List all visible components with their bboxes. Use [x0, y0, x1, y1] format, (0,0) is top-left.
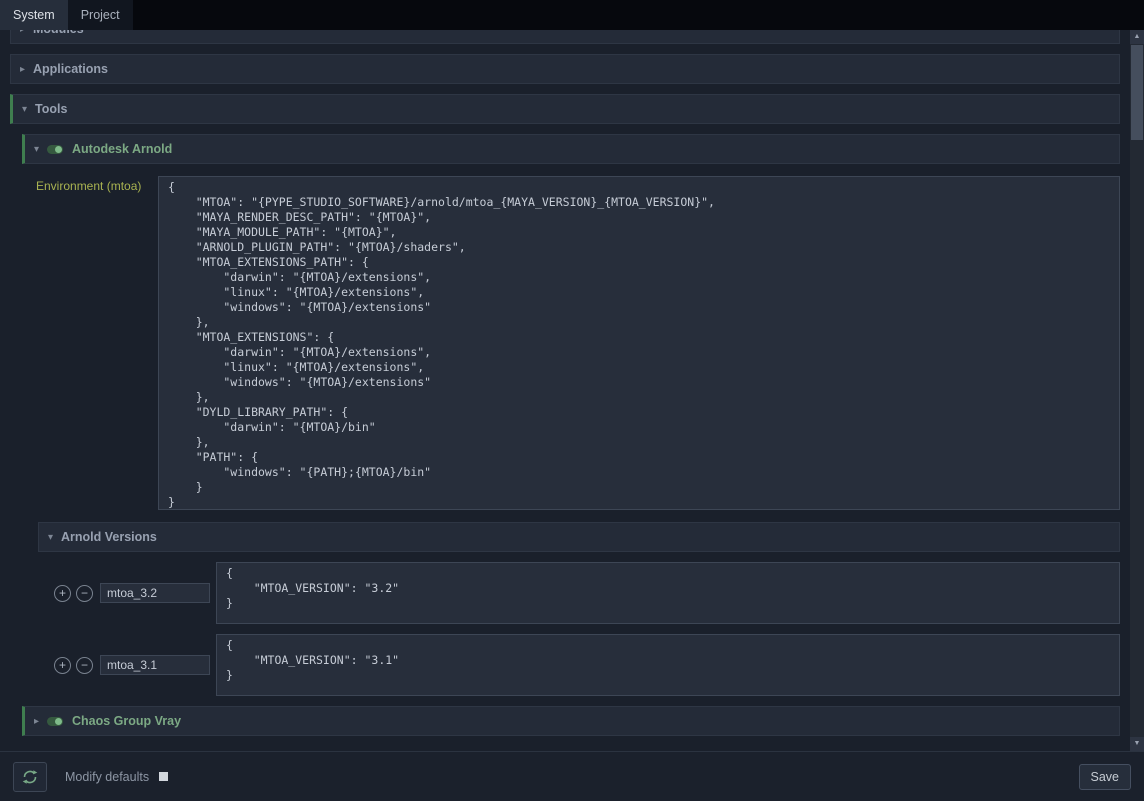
- chevron-down-icon: ▾: [34, 144, 47, 155]
- tools-section-body: ▾ Autodesk Arnold Environment (mtoa) { "…: [22, 134, 1120, 736]
- scrollbar-thumb[interactable]: [1131, 45, 1143, 140]
- environment-json-editor[interactable]: { "MTOA": "{PYPE_STUDIO_SOFTWARE}/arnold…: [158, 176, 1120, 510]
- refresh-button[interactable]: [13, 762, 47, 792]
- chevron-down-icon: ▾: [48, 532, 61, 543]
- save-button[interactable]: Save: [1079, 764, 1132, 790]
- version-name-input[interactable]: [100, 583, 210, 603]
- tab-project[interactable]: Project: [68, 0, 133, 30]
- modify-defaults-label: Modify defaults: [65, 770, 149, 784]
- modify-defaults-indicator[interactable]: [159, 772, 168, 781]
- version-row: + − { "MTOA_VERSION": "3.1" }: [54, 634, 1120, 696]
- vertical-scrollbar: ▲ ▼: [1130, 30, 1144, 751]
- enable-toggle[interactable]: [47, 717, 63, 726]
- section-label-modules: Modules: [33, 30, 84, 36]
- chevron-down-icon: ▾: [22, 104, 35, 115]
- section-label-tools: Tools: [35, 102, 67, 116]
- chevron-right-icon: ▸: [20, 64, 33, 75]
- chevron-right-icon: ▸: [20, 30, 33, 35]
- section-header-modules[interactable]: ▸ Modules: [10, 30, 1120, 44]
- version-json-editor[interactable]: { "MTOA_VERSION": "3.1" }: [216, 634, 1120, 696]
- section-label-applications: Applications: [33, 62, 108, 76]
- chevron-right-icon: ▸: [34, 716, 47, 727]
- version-row: + − { "MTOA_VERSION": "3.2" }: [54, 562, 1120, 624]
- group-label-autodesk-arnold: Autodesk Arnold: [72, 142, 172, 156]
- group-header-chaos-group-vray[interactable]: ▸ Chaos Group Vray: [22, 706, 1120, 736]
- scroll-up-button[interactable]: ▲: [1130, 30, 1144, 44]
- tab-bar: System Project: [0, 0, 1144, 30]
- environment-field-label: Environment (mtoa): [36, 176, 158, 193]
- section-header-applications[interactable]: ▸ Applications: [10, 54, 1120, 84]
- tab-system[interactable]: System: [0, 0, 68, 30]
- group-label-chaos-group-vray: Chaos Group Vray: [72, 714, 181, 728]
- remove-item-button[interactable]: −: [76, 585, 93, 602]
- add-item-button[interactable]: +: [54, 585, 71, 602]
- settings-window: System Project ▸ Modules ▸ Applications …: [0, 0, 1144, 801]
- version-name-input[interactable]: [100, 655, 210, 675]
- remove-item-button[interactable]: −: [76, 657, 93, 674]
- footer-bar: Modify defaults Save: [0, 751, 1144, 801]
- section-header-arnold-versions[interactable]: ▾ Arnold Versions: [38, 522, 1120, 552]
- refresh-icon: [21, 768, 39, 786]
- scroll-down-button[interactable]: ▼: [1130, 737, 1144, 751]
- environment-field-row: Environment (mtoa) { "MTOA": "{PYPE_STUD…: [36, 176, 1120, 510]
- add-item-button[interactable]: +: [54, 657, 71, 674]
- settings-scroll-area: ▸ Modules ▸ Applications ▾ Tools ▾ Autod…: [0, 30, 1130, 751]
- section-header-tools[interactable]: ▾ Tools: [10, 94, 1120, 124]
- group-header-autodesk-arnold[interactable]: ▾ Autodesk Arnold: [22, 134, 1120, 164]
- section-label-arnold-versions: Arnold Versions: [61, 530, 157, 544]
- enable-toggle[interactable]: [47, 145, 63, 154]
- version-json-editor[interactable]: { "MTOA_VERSION": "3.2" }: [216, 562, 1120, 624]
